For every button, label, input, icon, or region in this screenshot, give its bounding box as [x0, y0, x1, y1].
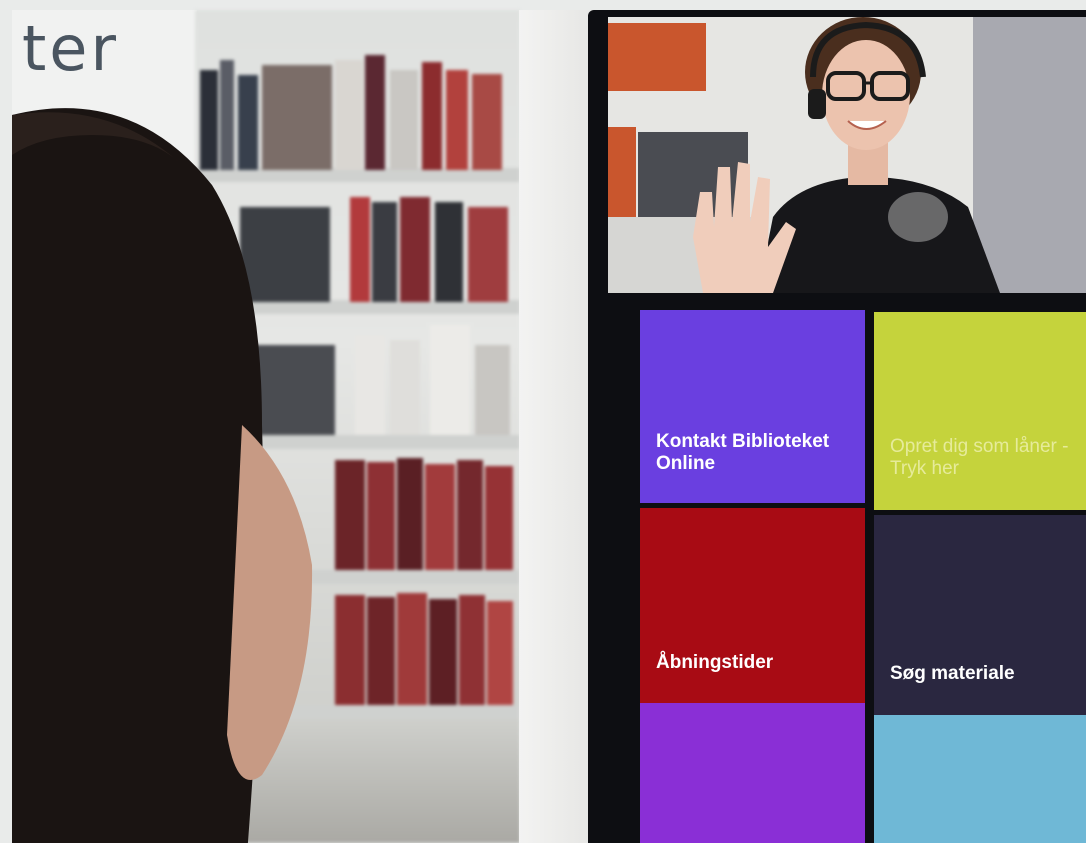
wall-sign-text: ter [22, 12, 119, 85]
tile-purple[interactable] [640, 703, 865, 843]
photo-scene: ter Kontakt Biblioteket Online Opret dig… [0, 0, 1086, 843]
kiosk-frame [519, 10, 594, 843]
tile-aabningstider[interactable]: Åbningstider [640, 508, 865, 704]
video-call-feed[interactable] [608, 17, 1086, 293]
tile-label: Åbningstider [656, 652, 774, 673]
tile-kontakt-biblioteket[interactable]: Kontakt Biblioteket Online [640, 310, 865, 503]
librarian-video-image [608, 17, 1086, 293]
book-row [335, 450, 515, 570]
person-head [12, 108, 313, 843]
tile-blue[interactable] [874, 715, 1086, 843]
tile-opret-laaner[interactable]: Opret dig som låner - Tryk her [874, 312, 1086, 510]
tile-label: Opret dig som låner - Tryk her [890, 436, 1069, 479]
tile-label: Kontakt Biblioteket Online [656, 431, 830, 474]
book-row [335, 585, 515, 705]
tile-soeg-materiale[interactable]: Søg materiale [874, 515, 1086, 715]
tile-label: Søg materiale [890, 663, 1015, 684]
